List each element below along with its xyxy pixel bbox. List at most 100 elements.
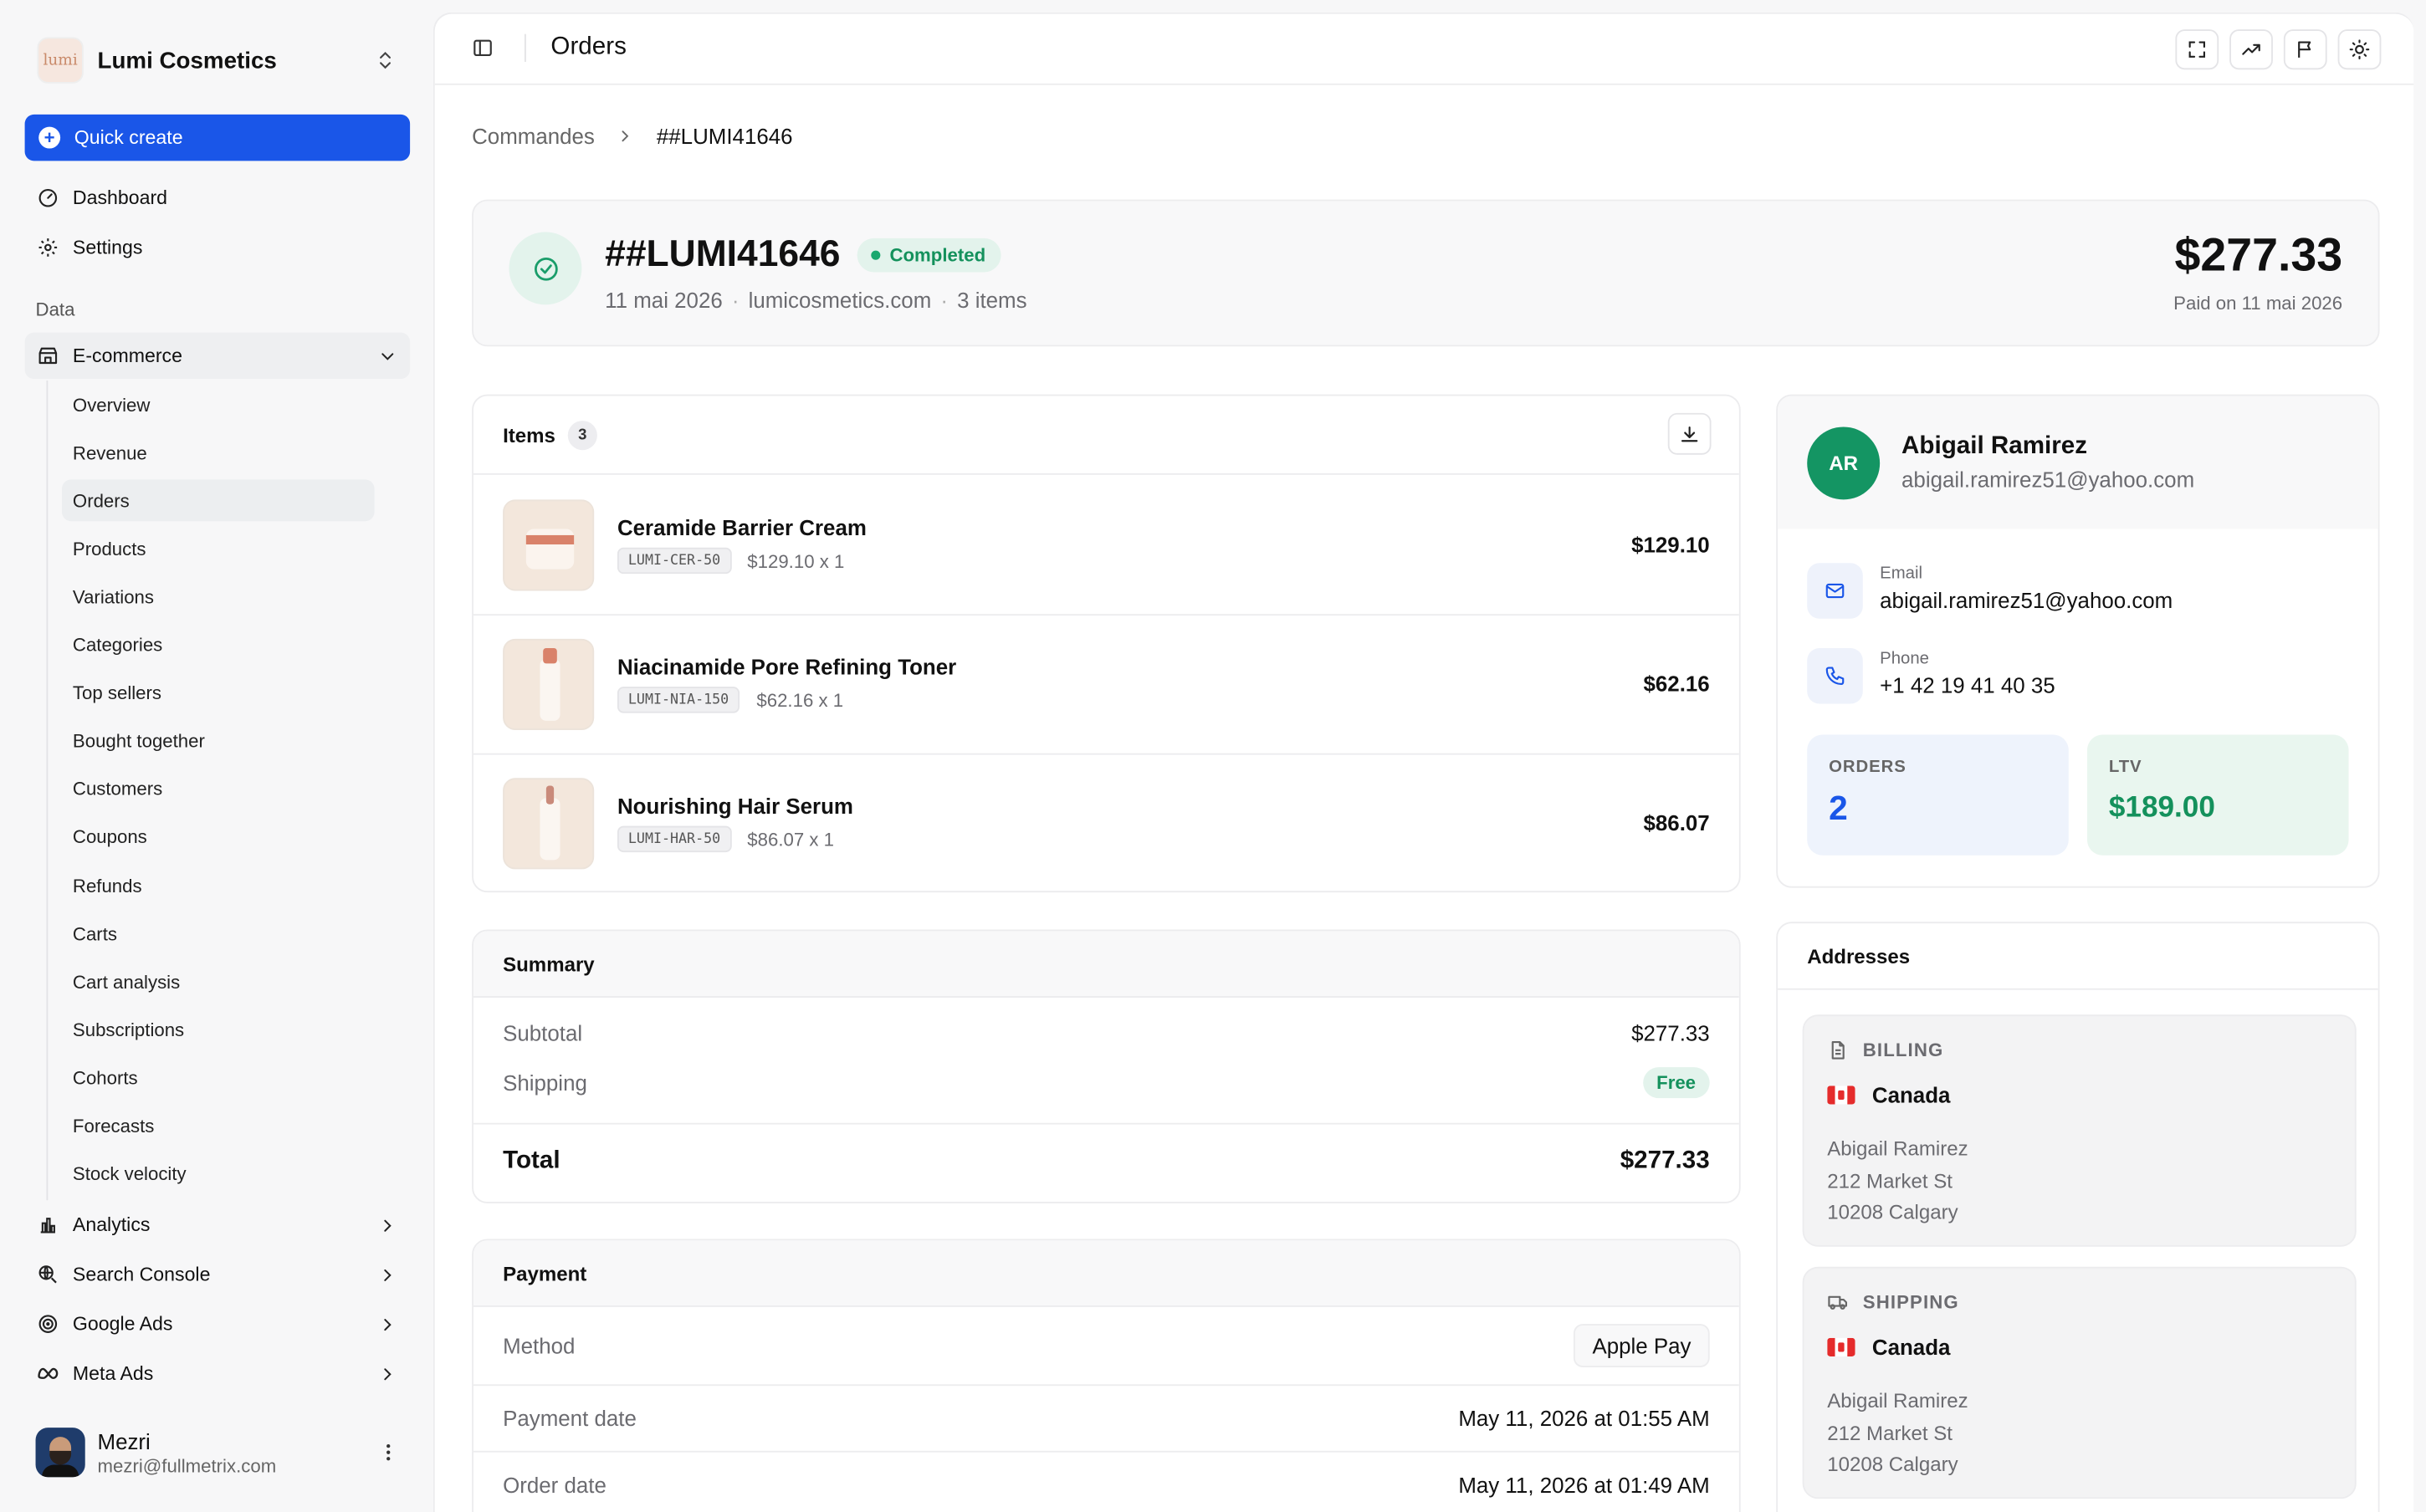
breadcrumb-current: ##LUMI41646 <box>656 123 793 149</box>
addresses-header: Addresses <box>1778 923 2378 990</box>
sidebar-subitem-forecasts[interactable]: Forecasts <box>62 1105 375 1147</box>
customer-phone-row: Phone +1 42 19 41 40 35 <box>1807 647 2348 707</box>
sidebar-subitem-overview[interactable]: Overview <box>62 384 375 426</box>
sidebar-item-label: Meta Ads <box>72 1362 154 1385</box>
item-row[interactable]: Ceramide Barrier Cream LUMI-CER-50 $129.… <box>473 477 1739 616</box>
billing-street: 212 Market St <box>1827 1168 1953 1193</box>
mail-icon <box>1807 563 1863 619</box>
order-item-count: 3 items <box>957 288 1027 313</box>
sidebar-subitem-customers[interactable]: Customers <box>62 769 375 810</box>
sidebar-subitem-refunds[interactable]: Refunds <box>62 865 375 907</box>
phone-value[interactable]: +1 42 19 41 40 35 <box>1880 673 2055 698</box>
sidebar-item-meta-ads[interactable]: Meta Ads <box>25 1351 411 1397</box>
shipping-country: Canada <box>1871 1335 1951 1360</box>
sidebar-item-google-ads[interactable]: Google Ads <box>25 1300 411 1346</box>
sidebar-subitem-orders[interactable]: Orders <box>61 479 375 522</box>
theme-toggle-button[interactable] <box>2337 29 2382 70</box>
expand-icon <box>2188 41 2205 58</box>
item-row[interactable]: Nourishing Hair Serum LUMI-HAR-50 $86.07… <box>473 755 1739 891</box>
trending-button[interactable] <box>2229 29 2273 70</box>
paid-on-text: Paid on 11 mai 2026 <box>2173 292 2343 314</box>
target-icon <box>38 1315 58 1333</box>
sidebar-subitem-coupons[interactable]: Coupons <box>62 816 375 858</box>
sidebar-item-label: Search Console <box>72 1264 211 1285</box>
sidebar-item-label: Dashboard <box>72 186 168 209</box>
product-image <box>503 638 595 730</box>
phone-icon <box>1807 647 1863 704</box>
section-label-data: Data <box>35 298 75 320</box>
breadcrumb-parent[interactable]: Commandes <box>472 124 595 149</box>
subtotal-row: Subtotal $277.33 <box>503 1021 1710 1046</box>
sun-icon <box>2349 39 2370 60</box>
brand-logo: lumi <box>37 37 84 84</box>
download-icon <box>1681 426 1698 442</box>
workspace-switcher[interactable]: lumi Lumi Cosmetics <box>25 25 409 96</box>
sidebar-subitem-categories[interactable]: Categories <box>62 624 375 666</box>
email-value[interactable]: abigail.ramirez51@yahoo.com <box>1880 588 2173 613</box>
items-header: Items 3 <box>473 396 1739 475</box>
subnav-rail <box>46 380 49 1201</box>
orders-stat: ORDERS 2 <box>1807 734 2069 856</box>
subtotal-value: $277.33 <box>1631 1020 1710 1046</box>
sidebar-subitem-top-sellers[interactable]: Top sellers <box>62 672 375 714</box>
product-image <box>503 499 595 591</box>
quick-create-button[interactable]: + Quick create <box>24 114 411 161</box>
bar-chart-icon <box>40 1218 55 1234</box>
sidebar-item-search-console[interactable]: Search Console <box>25 1251 411 1297</box>
subtotal-label: Subtotal <box>503 1020 583 1046</box>
shipping-free-badge: Free <box>1642 1067 1710 1099</box>
total-value: $277.33 <box>1620 1147 1710 1174</box>
sidebar-subitem-carts[interactable]: Carts <box>62 912 375 954</box>
customer-name[interactable]: Abigail Ramirez <box>1901 433 2087 461</box>
sidebar-subitem-revenue[interactable]: Revenue <box>62 432 375 473</box>
customer-card: AR Abigail Ramirez abigail.ramirez51@yah… <box>1776 394 2380 888</box>
divider <box>473 1384 1739 1387</box>
breadcrumb: Commandes ##LUMI41646 <box>472 124 792 149</box>
flag-button[interactable] <box>2283 29 2327 70</box>
sidebar-item-settings[interactable]: Settings <box>25 224 411 270</box>
main-panel: Orders Commandes ##LUMI41646 ##LUMI41646… <box>432 12 2414 1512</box>
shipping-row: Shipping Free <box>503 1067 1710 1099</box>
payment-method-badge: Apple Pay <box>1574 1324 1710 1367</box>
sidebar-subitem-cohorts[interactable]: Cohorts <box>62 1057 375 1099</box>
sidebar-item-analytics[interactable]: Analytics <box>25 1202 411 1248</box>
payment-card: Payment Method Apple Pay Payment date Ma… <box>472 1239 1741 1512</box>
chevrons-up-down-icon <box>380 51 391 69</box>
summary-title: Summary <box>503 952 595 976</box>
chevron-right-icon <box>384 1318 392 1331</box>
order-date-value: May 11, 2026 at 01:49 AM <box>1458 1472 1710 1498</box>
total-row: Total $277.33 <box>503 1147 1710 1175</box>
sidebar-subitem-variations[interactable]: Variations <box>62 576 375 618</box>
status-dot-icon <box>871 250 881 260</box>
item-row[interactable]: Niacinamide Pore Refining Toner LUMI-NIA… <box>473 616 1739 755</box>
sidebar-item-ecommerce[interactable]: E-commerce <box>24 332 411 380</box>
order-total: $277.33 <box>2174 230 2343 282</box>
product-qty: $129.10 x 1 <box>747 550 845 573</box>
product-image <box>503 778 595 870</box>
sidebar-subitem-stock-velocity[interactable]: Stock velocity <box>62 1153 375 1195</box>
sidebar-toggle-icon[interactable] <box>472 37 494 59</box>
canada-flag-icon <box>1827 1085 1855 1105</box>
plus-circle-icon: + <box>38 126 61 149</box>
user-menu[interactable]: Mezri mezri@fullmetrix.com <box>25 1417 411 1488</box>
user-name: Mezri <box>97 1428 151 1453</box>
sidebar-subitem-bought-together[interactable]: Bought together <box>62 720 375 762</box>
shipping-label: Shipping <box>503 1070 587 1096</box>
divider <box>473 1122 1739 1125</box>
order-date-row: Order date May 11, 2026 at 01:49 AM <box>503 1473 1710 1498</box>
sidebar-item-dashboard[interactable]: Dashboard <box>25 175 411 221</box>
items-card: Items 3 Ceramide Barrier Cream LUMI-CER-… <box>472 394 1741 893</box>
billing-address: BILLING Canada Abigail Ramirez 212 Marke… <box>1802 1014 2357 1247</box>
order-store: lumicosmetics.com <box>748 288 932 313</box>
sidebar-subitem-subscriptions[interactable]: Subscriptions <box>62 1009 375 1050</box>
more-vertical-icon[interactable] <box>377 1442 399 1463</box>
topbar: Orders <box>434 14 2414 85</box>
quick-create-label: Quick create <box>74 126 183 149</box>
items-count-badge: 3 <box>567 420 597 450</box>
summary-card: Summary Subtotal $277.33 Shipping Free T… <box>472 929 1741 1203</box>
page-title: Orders <box>550 33 627 61</box>
fullscreen-button[interactable] <box>2175 29 2219 70</box>
sidebar-subitem-cart-analysis[interactable]: Cart analysis <box>62 961 375 1003</box>
sidebar-subitem-products[interactable]: Products <box>62 528 375 570</box>
download-button[interactable] <box>1667 412 1712 455</box>
